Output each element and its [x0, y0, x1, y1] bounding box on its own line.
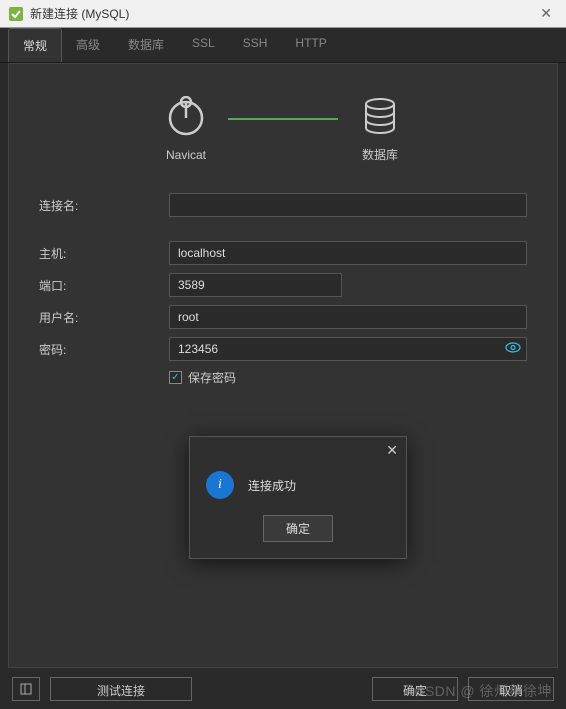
db-label: 数据库	[362, 146, 398, 163]
layout-icon-button[interactable]	[12, 677, 40, 701]
cancel-button[interactable]: 取消	[468, 677, 554, 701]
close-icon[interactable]: ✕	[534, 5, 558, 22]
connection-name-label: 连接名:	[39, 197, 169, 214]
client-label: Navicat	[166, 148, 206, 162]
connection-name-input[interactable]	[169, 193, 527, 217]
tab-ssh[interactable]: SSH	[229, 28, 282, 62]
port-input[interactable]	[169, 273, 342, 297]
db-node: 数据库	[358, 94, 402, 163]
tab-advanced[interactable]: 高级	[62, 28, 114, 62]
window-title: 新建连接 (MySQL)	[30, 5, 534, 22]
connection-diagram: Navicat 数据库	[9, 64, 557, 183]
username-label: 用户名:	[39, 309, 169, 326]
info-icon: i	[206, 471, 234, 499]
tab-http[interactable]: HTTP	[281, 28, 340, 62]
username-input[interactable]	[169, 305, 527, 329]
bottombar: 测试连接 确定 取消	[0, 669, 566, 709]
connection-form: 连接名: 主机: 端口: 用户名: 密码: ✓ 保存密码	[9, 183, 557, 396]
password-input[interactable]	[169, 337, 527, 361]
dialog-close-icon[interactable]: ✕	[386, 442, 398, 459]
ok-button[interactable]: 确定	[372, 677, 458, 701]
dialog-ok-button[interactable]: 确定	[263, 515, 333, 542]
test-connection-button[interactable]: 测试连接	[50, 677, 192, 701]
titlebar: 新建连接 (MySQL) ✕	[0, 0, 566, 28]
tabbar: 常规 高级 数据库 SSL SSH HTTP	[0, 28, 566, 63]
save-password-label: 保存密码	[188, 369, 236, 386]
tab-ssl[interactable]: SSL	[178, 28, 229, 62]
connection-line	[228, 118, 338, 120]
client-node: Navicat	[164, 96, 208, 162]
database-icon	[358, 94, 402, 138]
reveal-password-icon[interactable]	[505, 340, 521, 359]
message-dialog: ✕ i 连接成功 确定	[189, 436, 407, 559]
dialog-titlebar: ✕	[190, 437, 406, 463]
save-password-checkbox[interactable]: ✓	[169, 371, 182, 384]
navicat-icon	[164, 96, 208, 140]
tab-general[interactable]: 常规	[8, 28, 62, 62]
port-label: 端口:	[39, 277, 169, 294]
host-label: 主机:	[39, 245, 169, 262]
tab-database[interactable]: 数据库	[114, 28, 178, 62]
host-input[interactable]	[169, 241, 527, 265]
content-panel: Navicat 数据库 连接名: 主机: 端口: 用户名:	[8, 63, 558, 668]
password-label: 密码:	[39, 341, 169, 358]
app-icon	[8, 6, 24, 22]
dialog-message: 连接成功	[248, 477, 296, 494]
